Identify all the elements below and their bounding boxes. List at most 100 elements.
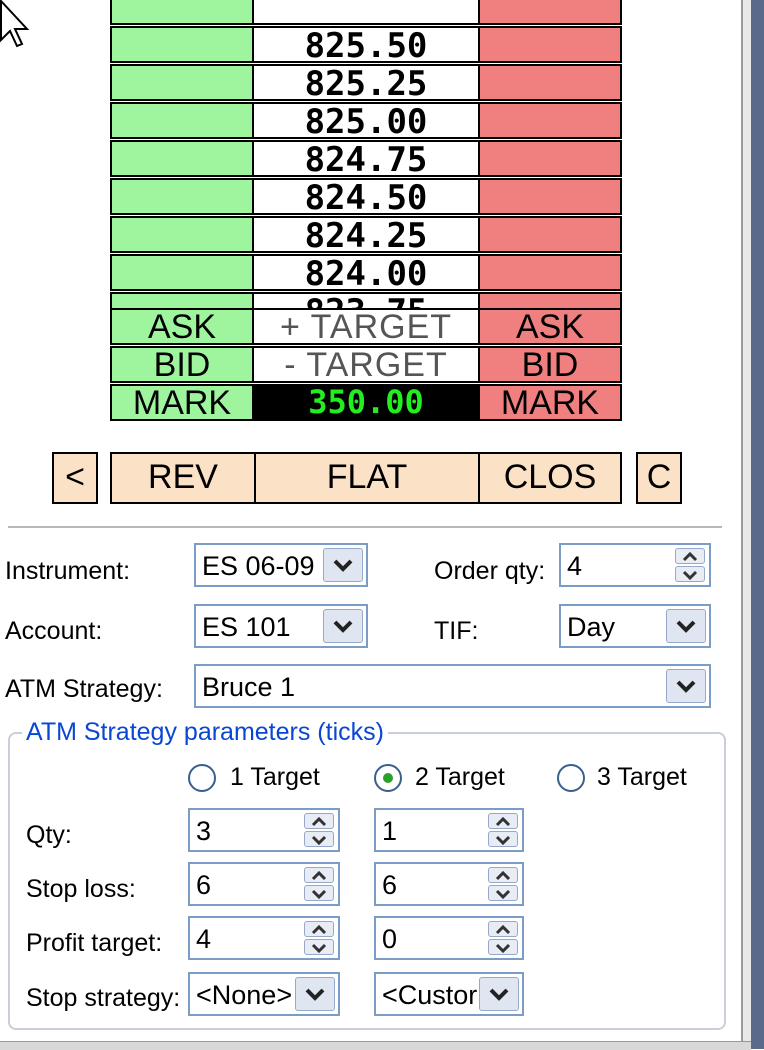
ladder-row: 824.50 [110,178,622,216]
target1-profit-target-stepper[interactable]: 4 [188,916,340,960]
account-value: ES 101 [202,612,291,642]
ask-left-label: ASK [147,308,217,346]
bid-cell[interactable] [110,102,254,139]
target2-qty-stepper[interactable]: 1 [374,808,524,852]
spin-down-icon[interactable] [675,566,705,582]
target-3-radio[interactable] [557,764,585,792]
reverse-button[interactable]: REV [110,452,256,504]
price-cell: 824.00 [252,254,480,292]
bid-left-cell[interactable]: BID [110,346,254,383]
target2-stop-strategy-select[interactable]: <Custor [374,972,524,1016]
ask-cell[interactable] [478,254,622,291]
ask-cell[interactable] [478,102,622,139]
ask-cell[interactable] [478,216,622,253]
spin-down-icon[interactable] [304,939,334,955]
ladder-mark-row: MARK 350.00 MARK [110,384,622,422]
target1-stop-strategy-value: <None> [196,980,293,1010]
bid-cell[interactable] [110,64,254,101]
bid-cell[interactable] [110,26,254,63]
chevron-down-icon[interactable] [479,977,519,1011]
target1-stop-strategy-select[interactable]: <None> [188,972,340,1016]
chevron-down-icon[interactable] [666,609,706,643]
bid-right-cell[interactable]: BID [478,346,622,383]
close-button[interactable]: CLOS [478,452,622,504]
target2-profit-target-stepper[interactable]: 0 [374,916,524,960]
chevron-down-icon[interactable] [666,669,706,703]
target1-profit-target-value: 4 [196,924,212,954]
target1-stop-loss-stepper[interactable]: 6 [188,862,340,906]
target-1-label[interactable]: 1 Target [230,762,320,792]
minus-target-label: - TARGET [284,346,448,384]
window-frame-right [741,0,751,1049]
stop-strategy-label: Stop strategy: [26,984,181,1012]
spin-up-icon[interactable] [675,548,705,564]
tif-label: TIF: [434,617,479,645]
bid-cell[interactable] [110,0,254,25]
chevron-down-icon[interactable] [323,548,363,582]
spin-down-icon[interactable] [488,885,518,901]
target-1-radio[interactable] [188,764,216,792]
bid-cell[interactable] [110,254,254,291]
ask-cell[interactable] [478,0,622,25]
ask-right-label: ASK [515,308,585,346]
ladder-row: 825.50 [110,26,622,64]
window-frame-edge [751,0,764,1049]
target1-qty-value: 3 [196,816,212,846]
mark-right-label: MARK [500,384,600,422]
price-value: 824.75 [304,140,428,180]
ask-left-cell[interactable]: ASK [110,308,254,345]
ask-cell[interactable] [478,140,622,177]
spin-down-icon[interactable] [304,831,334,847]
bid-cell[interactable] [110,178,254,215]
order-qty-stepper[interactable]: 4 [559,543,711,587]
bid-cell[interactable] [110,140,254,177]
scroll-right-button[interactable]: C [636,452,682,504]
tif-value: Day [567,612,616,642]
ladder-row [110,0,622,26]
mark-left-label: MARK [132,384,232,422]
mark-left-cell[interactable]: MARK [110,384,254,421]
target-2-radio[interactable] [374,764,402,792]
spin-down-icon[interactable] [304,885,334,901]
spin-up-icon[interactable] [304,813,334,829]
ladder-row: 824.25 [110,216,622,254]
spin-up-icon[interactable] [304,867,334,883]
spin-down-icon[interactable] [488,939,518,955]
chevron-down-icon[interactable] [295,977,335,1011]
price-value: 824.25 [304,216,428,256]
mark-right-cell[interactable]: MARK [478,384,622,421]
instrument-select[interactable]: ES 06-09 [194,543,368,587]
ask-cell[interactable] [478,26,622,63]
price-cell: 824.25 [252,216,480,256]
minus-target-cell[interactable]: - TARGET [252,346,480,383]
target2-stop-loss-stepper[interactable]: 6 [374,862,524,906]
atm-strategy-label: ATM Strategy: [5,675,163,703]
target1-stop-loss-value: 6 [196,870,212,900]
ask-cell[interactable] [478,64,622,101]
account-select[interactable]: ES 101 [194,604,368,648]
price-value: 825.00 [304,102,428,142]
spin-up-icon[interactable] [304,921,334,937]
target-3-label[interactable]: 3 Target [597,762,687,792]
ask-cell[interactable] [478,178,622,215]
bid-cell[interactable] [110,216,254,253]
plus-target-cell[interactable]: + TARGET [252,308,480,345]
scroll-left-button[interactable]: < [52,452,98,504]
spin-up-icon[interactable] [488,867,518,883]
chevron-down-icon[interactable] [323,609,363,643]
ask-right-cell[interactable]: ASK [478,308,622,345]
flatten-button[interactable]: FLAT [254,452,480,504]
target-2-label[interactable]: 2 Target [415,762,505,792]
target2-stop-strategy-value: <Custor [382,980,478,1010]
atm-strategy-select[interactable]: Bruce 1 [194,664,711,708]
price-cell: 825.50 [252,26,480,64]
plus-target-label: + TARGET [279,308,453,346]
price-cell [252,0,480,25]
separator [8,526,722,528]
spin-up-icon[interactable] [488,813,518,829]
spin-up-icon[interactable] [488,921,518,937]
target1-qty-stepper[interactable]: 3 [188,808,340,852]
spin-down-icon[interactable] [488,831,518,847]
target2-qty-value: 1 [382,816,398,846]
tif-select[interactable]: Day [559,604,711,648]
